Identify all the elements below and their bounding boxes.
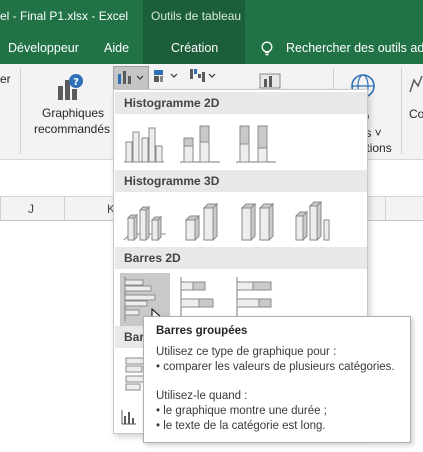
insert-hierarchy-chart-button[interactable] bbox=[151, 66, 185, 90]
insert-waterfall-chart-button[interactable] bbox=[188, 66, 222, 90]
tooltip-use-item: • comparer les valeurs de plusieurs caté… bbox=[156, 361, 395, 373]
sparkline-icon bbox=[409, 75, 423, 93]
chart-type-clustered-column[interactable] bbox=[120, 118, 170, 172]
svg-text:?: ? bbox=[73, 77, 79, 88]
recommended-charts-button[interactable]: ? Graphiques recommandés bbox=[30, 70, 110, 150]
tooltip-use-heading: Utilisez ce type de graphique pour : bbox=[156, 346, 337, 358]
chart-type-3d-clustered-column[interactable] bbox=[120, 196, 170, 250]
chart-type-stacked-column[interactable] bbox=[176, 118, 226, 172]
context-tab-group: Outils de tableau bbox=[143, 0, 245, 33]
recommended-charts-icon: ? bbox=[58, 74, 83, 100]
tab-developer[interactable]: Développeur bbox=[8, 41, 79, 55]
section-label-bars-3d: Bar bbox=[124, 330, 145, 344]
chart-type-100-stacked-column[interactable] bbox=[232, 118, 282, 172]
ribbon-separator bbox=[401, 68, 402, 154]
tab-creation[interactable]: Création bbox=[143, 33, 245, 64]
3d-stacked-column-icon bbox=[184, 202, 219, 242]
hierarchy-chart-icon bbox=[154, 70, 178, 82]
title-bar: el - Final P1.xlsx - Excel Outils de tab… bbox=[0, 0, 423, 33]
chart-type-3d-100-stacked-column[interactable] bbox=[232, 196, 282, 250]
ribbon-separator bbox=[20, 68, 21, 154]
ribbon-partial-label-right: Co bbox=[409, 107, 423, 121]
column-header-j[interactable]: J bbox=[28, 202, 34, 216]
3d-percent-stacked-column-icon bbox=[240, 202, 275, 242]
chart-type-3d-stacked-column[interactable] bbox=[176, 196, 226, 250]
section-header-histogram-3d: Histogramme 3D bbox=[115, 170, 367, 192]
3d-column-icon bbox=[294, 200, 330, 242]
clustered-column-icon bbox=[124, 127, 164, 163]
column-divider bbox=[64, 197, 65, 221]
tab-creation-label: Création bbox=[171, 41, 219, 55]
section-label-histogram-2d: Histogramme 2D bbox=[124, 96, 220, 110]
bar-chart-icon bbox=[118, 71, 144, 84]
window-title: el - Final P1.xlsx - Excel bbox=[0, 9, 129, 23]
tab-help[interactable]: Aide bbox=[104, 41, 129, 55]
pivot-chart-button[interactable] bbox=[258, 70, 282, 90]
percent-stacked-column-icon bbox=[236, 125, 276, 163]
recommended-charts-label-2: recommandés bbox=[34, 122, 111, 136]
3d-clustered-column-icon bbox=[123, 205, 166, 242]
ribbon-partial-label-left: er bbox=[0, 72, 11, 86]
waterfall-chart-icon bbox=[190, 69, 216, 82]
tell-me-search-text: Rechercher des outils adap bbox=[286, 41, 423, 55]
tooltip-when-item: • le graphique montre une durée ; bbox=[156, 405, 327, 417]
section-label-bars-2d: Barres 2D bbox=[124, 251, 181, 265]
pivot-chart-icon bbox=[259, 73, 281, 89]
section-header-bars-2d: Barres 2D bbox=[115, 247, 367, 269]
context-tab-group-label: Outils de tableau bbox=[151, 9, 242, 23]
tooltip-when-heading: Utilisez-le quand : bbox=[156, 390, 248, 402]
column-divider bbox=[385, 197, 386, 221]
stacked-column-icon bbox=[180, 125, 220, 163]
tooltip-when-item: • le texte de la catégorie est long. bbox=[156, 420, 326, 432]
recommended-charts-label-1: Graphiques bbox=[42, 106, 105, 120]
tooltip-title: Barres groupées bbox=[156, 325, 248, 337]
excel-window: el - Final P1.xlsx - Excel Outils de tab… bbox=[0, 0, 423, 452]
chart-type-tooltip: Barres groupées Utilisez ce type de grap… bbox=[143, 316, 411, 443]
section-label-histogram-3d: Histogramme 3D bbox=[124, 174, 220, 188]
ribbon-tab-row: Développeur Aide Création Rechercher des… bbox=[0, 33, 423, 64]
section-header-histogram-2d: Histogramme 2D bbox=[115, 92, 367, 114]
column-divider bbox=[0, 197, 1, 221]
more-charts-icon[interactable] bbox=[120, 408, 138, 426]
insert-bar-chart-button[interactable] bbox=[113, 66, 149, 90]
chart-type-3d-column[interactable] bbox=[288, 196, 338, 250]
lightbulb-icon bbox=[261, 41, 273, 56]
